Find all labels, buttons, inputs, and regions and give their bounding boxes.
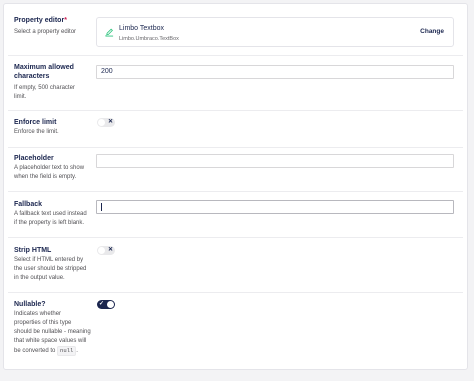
divider	[8, 147, 463, 148]
strip-html-toggle[interactable]: ✕	[97, 246, 115, 255]
placeholder-label: Placeholder	[14, 155, 54, 162]
text-cursor	[101, 203, 102, 211]
property-settings-panel: Property editor* Select a property edito…	[3, 3, 468, 370]
divider	[8, 191, 463, 192]
nullable-label: Nullable?	[14, 301, 46, 308]
property-editor-label: Property editor*	[14, 17, 67, 24]
fallback-input[interactable]	[96, 200, 454, 214]
check-icon: ✓	[98, 301, 105, 307]
fallback-description: A fallback text used instead if the prop…	[14, 211, 87, 226]
max-chars-input[interactable]: 200	[96, 65, 454, 79]
toggle-knob	[98, 247, 105, 254]
toggle-knob	[98, 119, 105, 126]
close-icon: ✕	[107, 247, 114, 253]
divider	[8, 292, 463, 293]
change-editor-button[interactable]: Change	[420, 28, 444, 35]
fallback-label: Fallback	[14, 201, 43, 208]
nullable-toggle[interactable]: ✓	[97, 300, 115, 309]
placeholder-input[interactable]	[96, 154, 454, 168]
divider	[8, 237, 463, 238]
property-editor-description: Select a property editor	[14, 29, 77, 35]
enforce-limit-label: Enforce limit	[14, 119, 57, 126]
pencil-icon	[105, 28, 114, 37]
null-code: null	[57, 346, 77, 356]
strip-html-label: Strip HTML	[14, 247, 52, 254]
required-marker: *	[64, 17, 67, 24]
divider	[8, 110, 463, 111]
nullable-description: Indicates whether properties of this typ…	[14, 311, 91, 356]
property-editor-picker[interactable]: Limbo Textbox Limbo.Umbraco.TextBox Chan…	[96, 17, 454, 47]
placeholder-description: A placeholder text to show when the fiel…	[14, 165, 85, 180]
editor-alias: Limbo.Umbraco.TextBox	[119, 36, 179, 42]
max-chars-label: Maximum allowed characters	[14, 64, 74, 80]
editor-name: Limbo Textbox	[119, 25, 165, 32]
enforce-limit-description: Enforce the limit.	[14, 129, 59, 135]
max-chars-description: If empty, 500 character limit.	[14, 85, 75, 100]
close-icon: ✕	[107, 119, 114, 125]
enforce-limit-toggle[interactable]: ✕	[97, 118, 115, 127]
strip-html-description: Select if HTML entered by the user shoul…	[14, 257, 87, 281]
divider	[8, 55, 463, 56]
toggle-knob	[107, 301, 114, 308]
